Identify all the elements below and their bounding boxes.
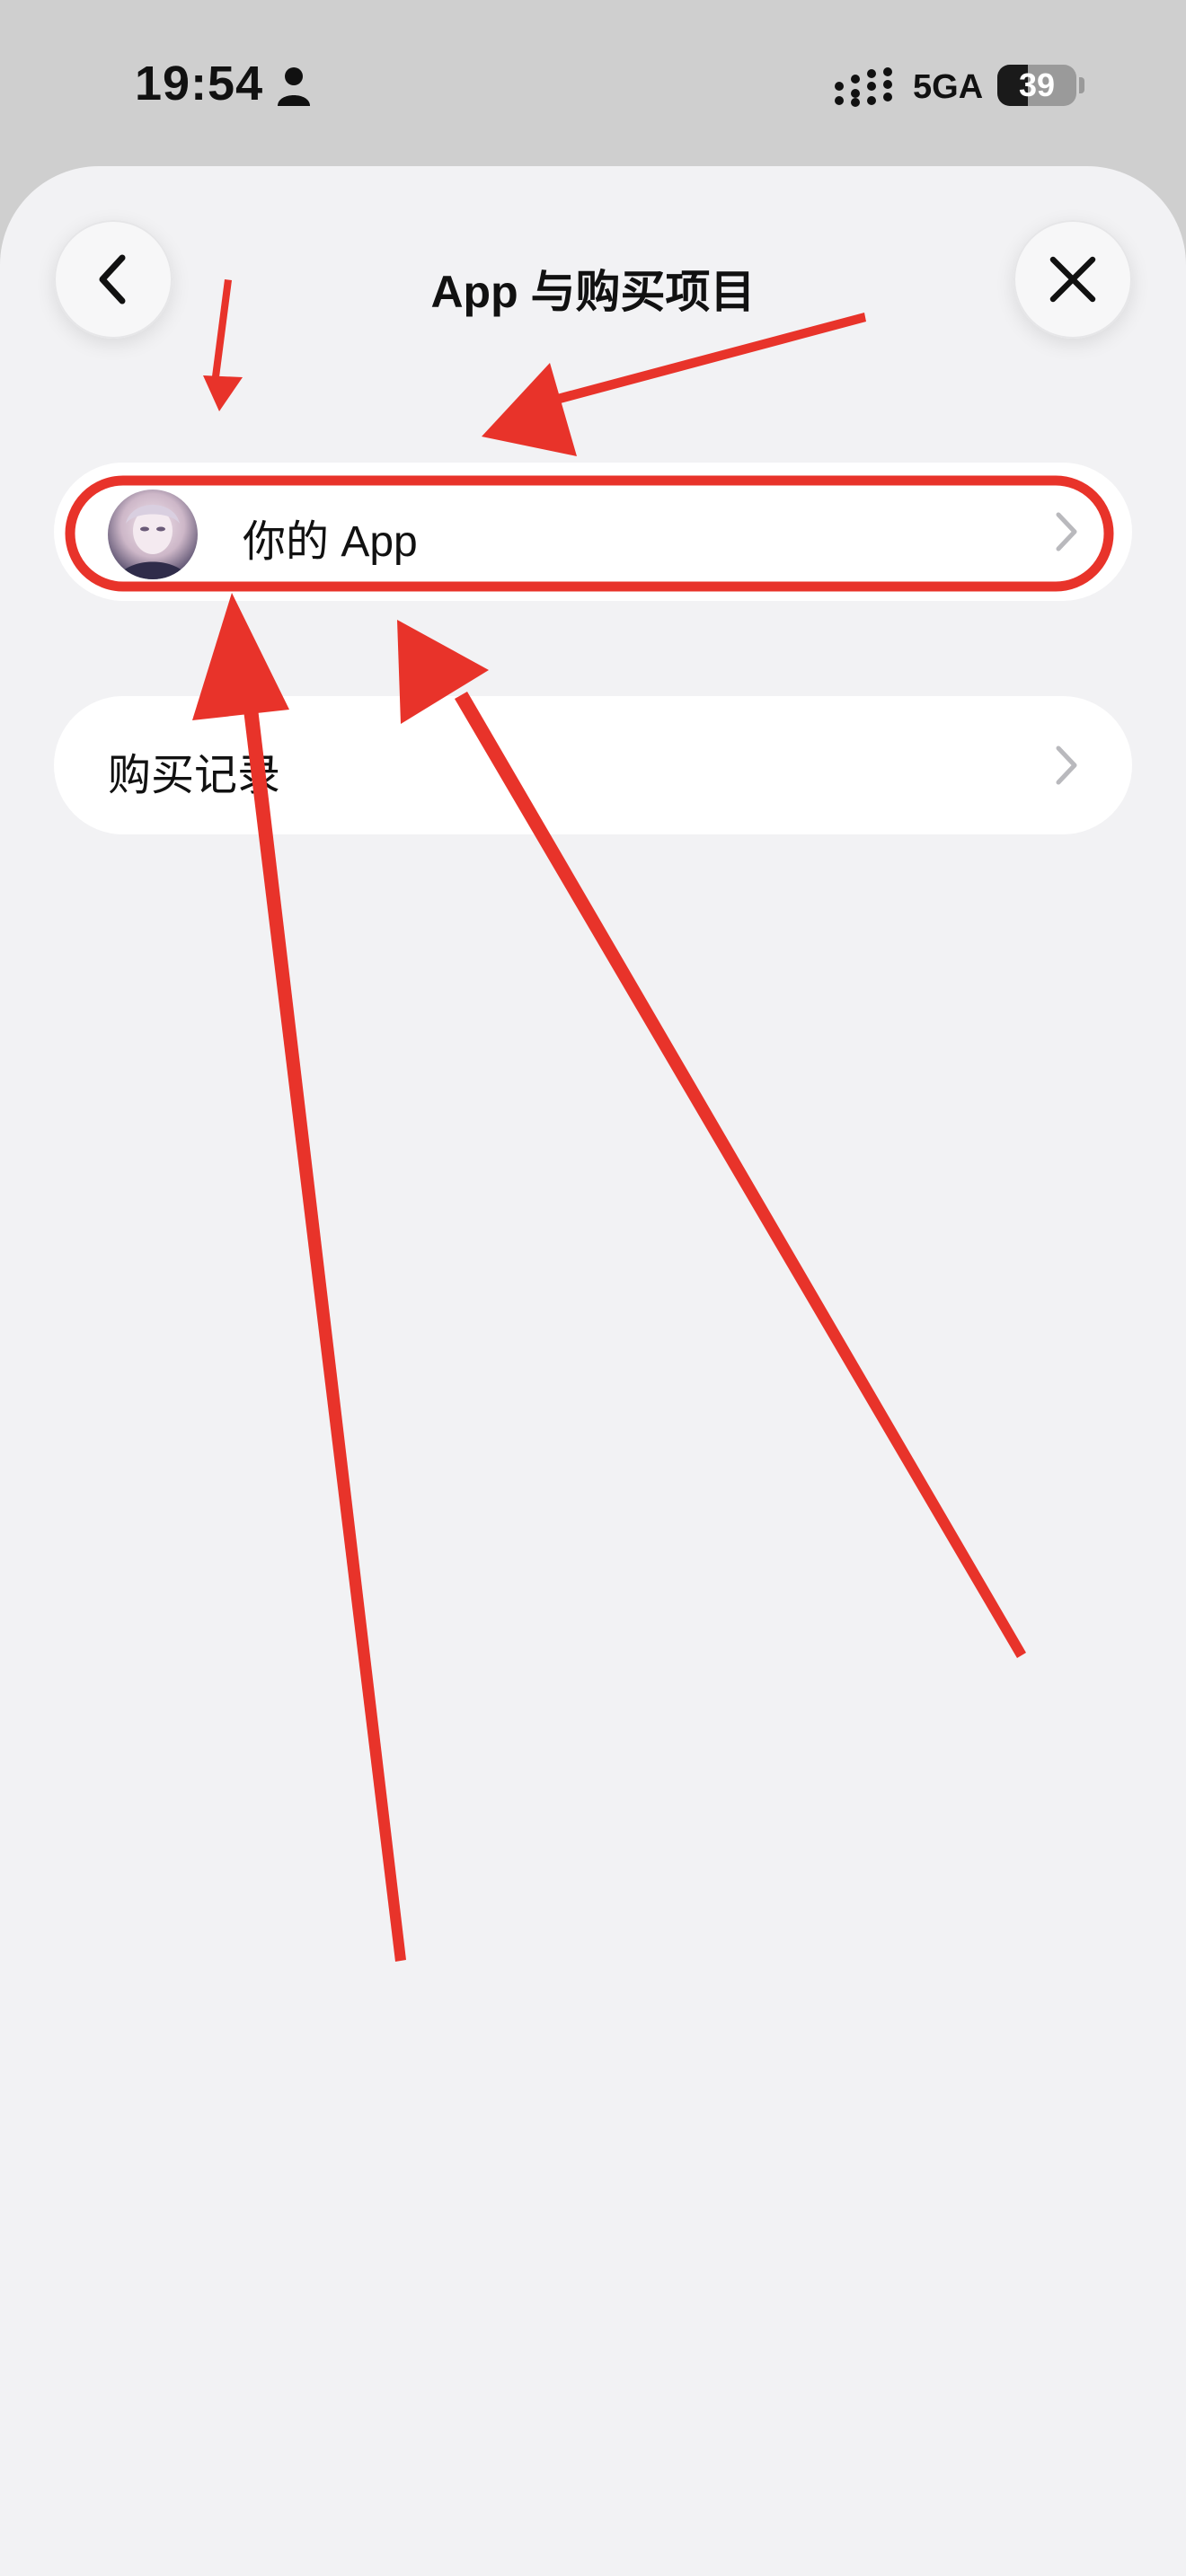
purchase-history-row[interactable]: 购买记录 bbox=[54, 696, 1132, 834]
battery-cap bbox=[1079, 77, 1084, 93]
purchase-history-label: 购买记录 bbox=[108, 752, 281, 799]
battery-icon: 39 bbox=[997, 65, 1076, 106]
status-bar: 19:54 5GA 39 bbox=[0, 0, 1186, 162]
avatar bbox=[108, 490, 198, 579]
signal-icon bbox=[835, 67, 892, 107]
your-apps-row[interactable]: 你的 App bbox=[54, 463, 1132, 601]
chevron-right-icon bbox=[1056, 512, 1077, 551]
close-button[interactable] bbox=[1013, 220, 1132, 339]
apps-and-purchases-sheet: App 与购买项目 你的 App 购买记录 bbox=[0, 166, 1186, 2576]
person-icon bbox=[278, 67, 310, 106]
page-title: App 与购买项目 bbox=[430, 267, 756, 317]
close-icon bbox=[1049, 256, 1096, 303]
your-apps-label: 你的 App bbox=[243, 518, 418, 566]
chevron-right-icon bbox=[1056, 745, 1077, 785]
network-type: 5GA bbox=[913, 68, 984, 106]
status-time: 19:54 bbox=[135, 57, 264, 110]
battery-percent: 39 bbox=[1018, 66, 1056, 103]
